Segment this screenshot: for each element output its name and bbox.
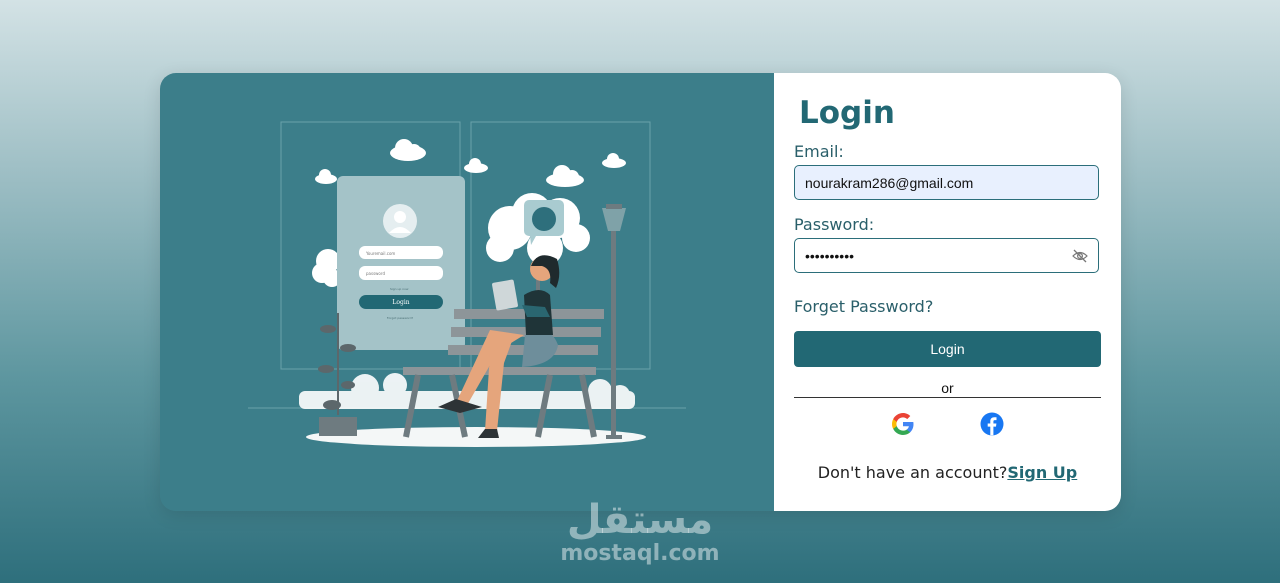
mini-form-card (337, 176, 465, 350)
google-icon[interactable] (890, 411, 916, 437)
cloud-icon (464, 158, 488, 173)
login-illustration: Youremail.com password Sign up now Login… (248, 121, 686, 447)
signup-row: Don't have an account?Sign Up (774, 463, 1121, 482)
svg-text:Forgot password?: Forgot password? (387, 316, 414, 320)
svg-text:Login: Login (392, 299, 409, 306)
email-field[interactable]: nourakram286@gmail.com (794, 165, 1099, 200)
cloud-icon (315, 169, 337, 184)
password-field[interactable]: •••••••••• (794, 238, 1099, 273)
svg-text:password: password (366, 271, 385, 276)
signup-link[interactable]: Sign Up (1007, 463, 1077, 482)
illustration-panel: Youremail.com password Sign up now Login… (160, 73, 774, 511)
email-value: nourakram286@gmail.com (805, 174, 974, 191)
password-value: •••••••••• (805, 247, 855, 264)
watermark: مستقل mostaql.com (0, 498, 1280, 566)
svg-text:Sign up now: Sign up now (390, 287, 409, 291)
login-card: Youremail.com password Sign up now Login… (160, 73, 1121, 511)
login-button[interactable]: Login (794, 331, 1101, 367)
eye-slash-icon[interactable] (1072, 248, 1088, 264)
email-label: Email: (794, 142, 844, 161)
cloud-icon (602, 153, 626, 168)
or-separator-text: or (941, 380, 954, 396)
page-title: Login (799, 95, 895, 131)
password-label: Password: (794, 215, 875, 234)
login-form: Login Email: nourakram286@gmail.com Pass… (774, 73, 1121, 511)
watermark-arabic: مستقل (566, 497, 714, 543)
tree-icon (312, 249, 341, 287)
cloud-icon (546, 165, 584, 187)
facebook-icon[interactable] (979, 411, 1005, 437)
divider (794, 397, 1101, 398)
svg-text:Youremail.com: Youremail.com (365, 251, 395, 256)
forget-password-link[interactable]: Forget Password? (794, 297, 933, 316)
lamp-post (611, 223, 616, 437)
no-account-text: Don't have an account? (817, 463, 1008, 482)
cloud-icon (390, 139, 426, 161)
watermark-latin: mostaql.com (560, 541, 720, 566)
